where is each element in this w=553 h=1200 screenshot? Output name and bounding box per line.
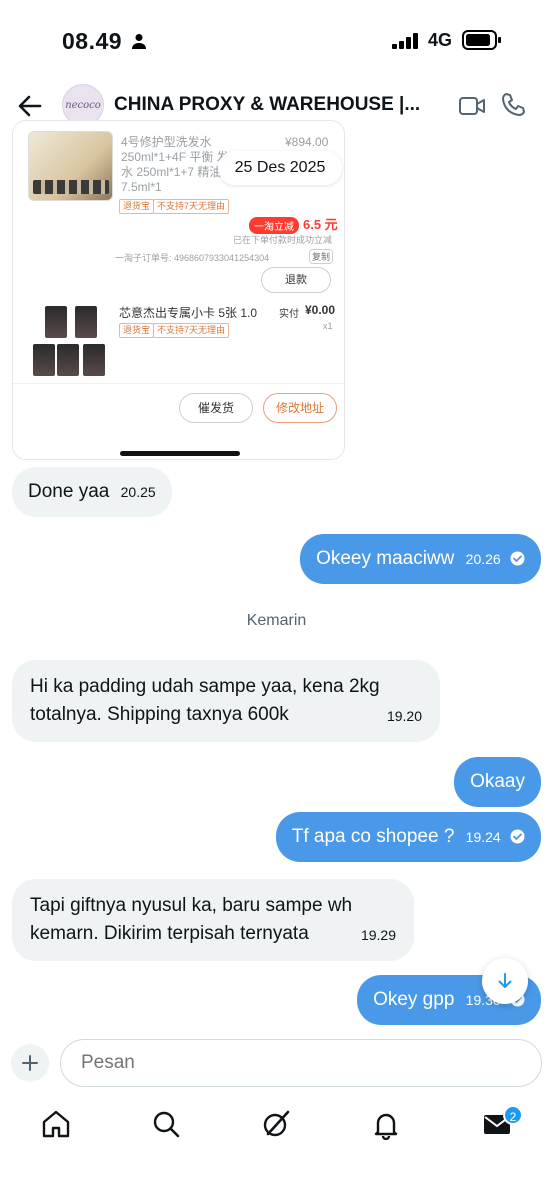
product-name: 4号修护型洗发水 250ml*1+4F 平衡 发水 250ml*1+7 精油 7… xyxy=(121,135,229,194)
message-text: Tf apa co shopee ? xyxy=(291,826,455,847)
discount-value: 6.5 元 xyxy=(303,217,338,232)
discount-badge: 一淘立减 xyxy=(249,217,299,234)
network-type: 4G xyxy=(428,30,453,50)
divider xyxy=(13,383,344,384)
message-outgoing[interactable]: Okeey maaciww 20.26 xyxy=(300,534,541,584)
person-icon xyxy=(132,34,146,49)
video-call-icon[interactable] xyxy=(458,94,486,118)
date-pill: 25 Des 2025 xyxy=(218,151,342,185)
message-incoming[interactable]: Done yaa 20.25 xyxy=(12,467,172,517)
search-icon[interactable] xyxy=(150,1108,182,1140)
message-time: 20.26 xyxy=(465,551,501,567)
order-screenshot-card[interactable]: 4号修护型洗发水 250ml*1+4F 平衡 发水 250ml*1+7 精油 7… xyxy=(12,120,345,460)
signal-icon xyxy=(392,33,418,49)
read-check-icon xyxy=(510,829,525,844)
message-text: Hi ka padding udah sampe yaa, kena 2kg t… xyxy=(30,676,380,725)
message-text: Okeey maaciww xyxy=(316,548,455,569)
tag-no-7day-2: 不支持7天无理由 xyxy=(153,323,230,338)
quantity: x1 xyxy=(323,321,333,331)
tag-return: 退货宝 xyxy=(119,199,155,214)
message-time: 20.25 xyxy=(120,484,156,500)
photocard-image xyxy=(31,306,113,378)
scroll-to-bottom-button[interactable] xyxy=(482,958,528,1004)
add-media-button[interactable] xyxy=(11,1044,49,1082)
discount-note: 已在下单付款时成功立减 xyxy=(233,235,333,245)
message-outgoing[interactable]: Tf apa co shopee ? 19.24 xyxy=(275,812,541,862)
message-incoming[interactable]: Hi ka padding udah sampe yaa, kena 2kg t… xyxy=(12,660,440,742)
phone-call-icon[interactable] xyxy=(500,92,526,118)
tag-return-2: 退货宝 xyxy=(119,323,155,338)
product2-name: 芯意杰出专属小卡 5张 1.0 xyxy=(119,306,258,320)
paid-label: 实付 xyxy=(279,309,299,320)
avatar-logo-text: necoco xyxy=(65,99,101,111)
grok-icon[interactable] xyxy=(260,1108,292,1140)
conversation-title[interactable]: CHINA PROXY & WAREHOUSE |... xyxy=(114,94,434,116)
paid-value: ¥0.00 xyxy=(305,303,336,317)
message-incoming[interactable]: Tapi giftnya nyusul ka, baru sampe wh ke… xyxy=(12,879,414,961)
home-icon[interactable] xyxy=(40,1108,72,1140)
message-time: 19.20 xyxy=(386,708,422,724)
status-bar: 08.49 4G xyxy=(0,0,553,70)
edit-address-button: 修改地址 xyxy=(263,393,337,423)
message-text: Okey gpp xyxy=(373,989,455,1010)
messages-badge: 2 xyxy=(503,1105,523,1125)
battery-icon xyxy=(462,30,501,50)
bottom-tab-bar: 2 xyxy=(0,1100,553,1200)
urge-shipping-button: 催发货 xyxy=(179,393,253,423)
back-arrow-icon[interactable] xyxy=(16,92,44,120)
message-input[interactable] xyxy=(60,1039,542,1087)
message-text: Done yaa xyxy=(28,481,110,502)
product-image xyxy=(28,131,113,201)
arrow-down-icon xyxy=(498,973,512,988)
message-time: 19.29 xyxy=(360,927,396,943)
refund-button: 退款 xyxy=(261,267,331,293)
product-price: ¥894.00 xyxy=(285,135,329,149)
tag-no-7day: 不支持7天无理由 xyxy=(153,199,230,214)
message-composer xyxy=(0,1030,553,1100)
date-divider: Kemarin xyxy=(246,612,307,629)
message-outgoing[interactable]: Okaay xyxy=(454,757,541,807)
message-text: Tapi giftnya nyusul ka, baru sampe wh ke… xyxy=(30,895,353,944)
copy-button: 复制 xyxy=(309,249,334,264)
message-time: 19.24 xyxy=(465,829,501,845)
read-check-icon xyxy=(510,551,525,566)
sub-order-number: 一淘子订单号: 4968607933041254304 xyxy=(115,253,270,263)
message-text: Okaay xyxy=(470,771,525,792)
notifications-bell-icon[interactable] xyxy=(370,1108,402,1140)
home-indicator xyxy=(120,451,240,456)
status-time: 08.49 xyxy=(62,28,123,54)
plus-icon xyxy=(22,1055,38,1071)
